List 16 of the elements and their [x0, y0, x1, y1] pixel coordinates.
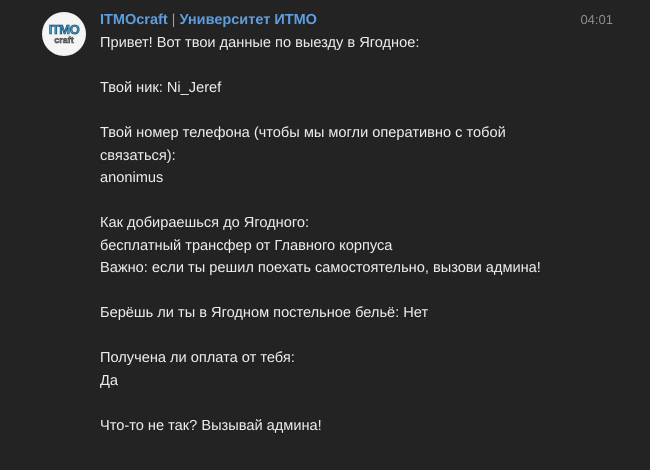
message-line: Твой ник: Ni_Jeref — [100, 79, 222, 98]
message-line: бесплатный трансфер от Главного корпуса — [100, 236, 394, 256]
avatar-logo[interactable]: ITMO craft — [42, 12, 86, 56]
message-line: Важно: если ты решил поехать самостоятельно, вызови админа! — [100, 259, 542, 278]
sender-name[interactable]: ITMOcraft — [100, 12, 168, 28]
channel-name[interactable]: Университет ИТМО — [179, 12, 317, 28]
message-line: Да — [100, 372, 119, 390]
message-line: Твой номер телефона (чтобы мы могли оперативно с тобой связаться): — [100, 124, 507, 166]
message-line: Привет! Вот твои данные по выезду в Ягодное: — [100, 34, 420, 53]
message-time: 04:01 — [580, 12, 613, 27]
message-line: Как добираешься до Ягодного: — [100, 214, 310, 233]
message-line: Получена ли оплата от тебя: — [100, 349, 296, 368]
message-line: Что-то не так? Вызывай админа! — [100, 416, 323, 436]
separator: | — [172, 12, 176, 28]
message-line: Берёшь ли ты в Ягодном постельное бельё: Нет — [100, 304, 430, 323]
message-line: anonimus — [100, 169, 164, 188]
